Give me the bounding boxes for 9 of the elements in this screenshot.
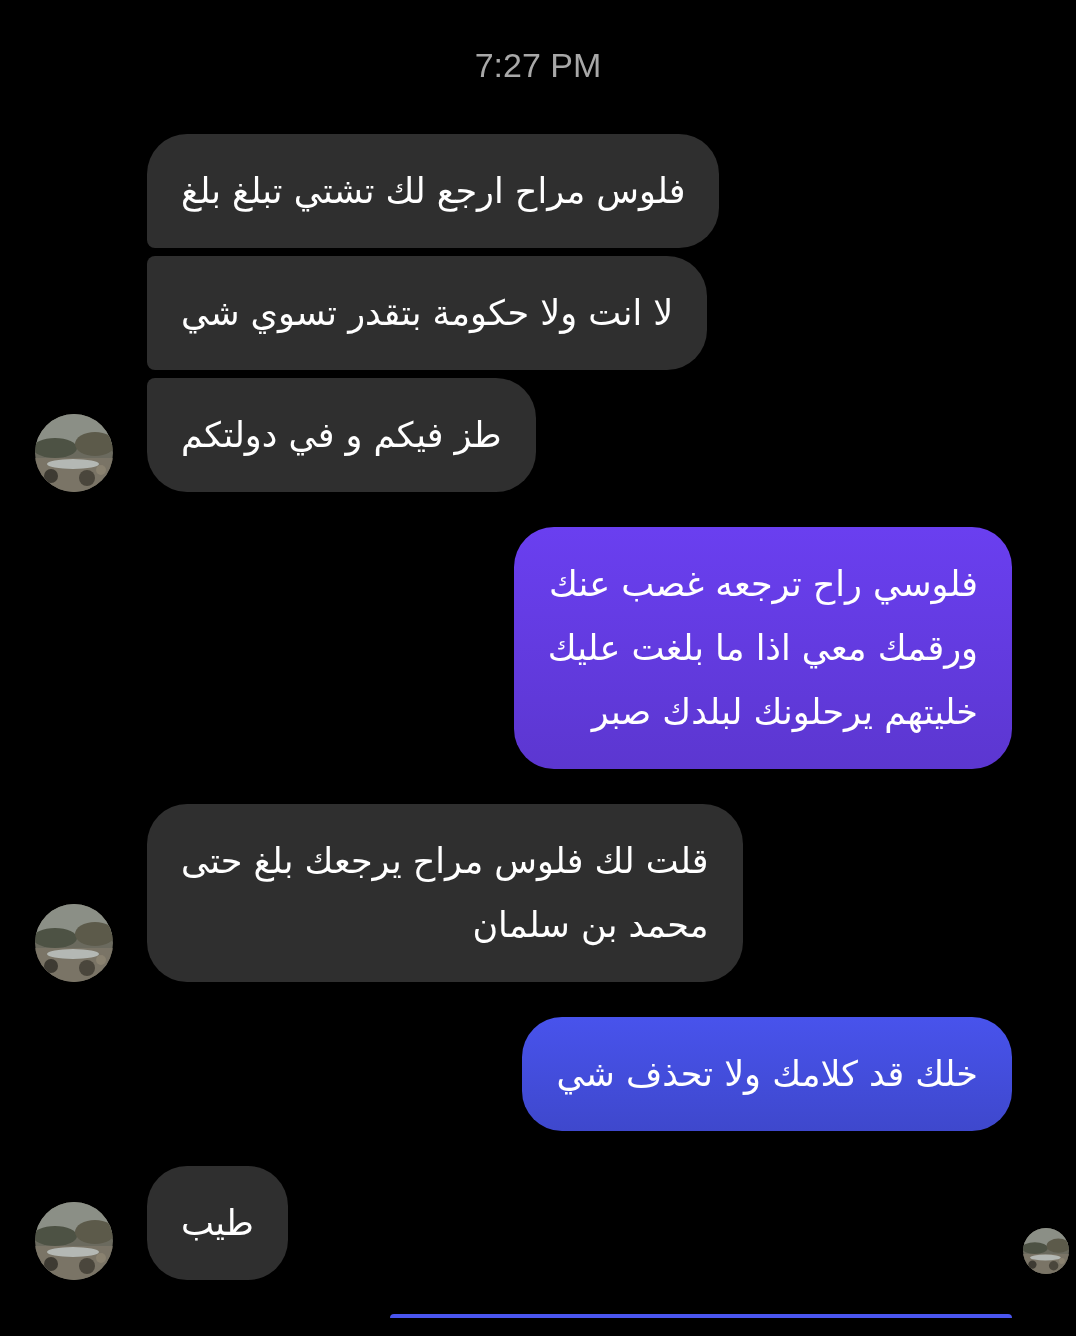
message-bubble[interactable]: خلك قد كلامك ولا تحذف شي	[522, 1017, 1012, 1131]
message-bubble[interactable]: فلوسي راح ترجعه غصب عنك ورقمك معي اذا ما بلغت عليك خليتهم يرحلونك لبلدك صبر	[513, 527, 1012, 769]
message-bubble[interactable]: فلوس مراح ارجع لك تشتي تبلغ بلغ	[147, 134, 720, 248]
message-bubble[interactable]: طيب	[147, 1166, 288, 1280]
message-bubble[interactable]: طز فيكم و في دولتكم	[147, 378, 536, 492]
timestamp: 7:27 PM	[474, 45, 602, 86]
message-bubble[interactable]	[390, 1314, 1012, 1318]
message-bubble[interactable]: قلت لك فلوس مراح يرجعك بلغ حتى محمد بن سلمان	[147, 804, 743, 982]
message-bubble[interactable]: لا انت ولا حكومة بتقدر تسوي شي	[147, 256, 708, 370]
